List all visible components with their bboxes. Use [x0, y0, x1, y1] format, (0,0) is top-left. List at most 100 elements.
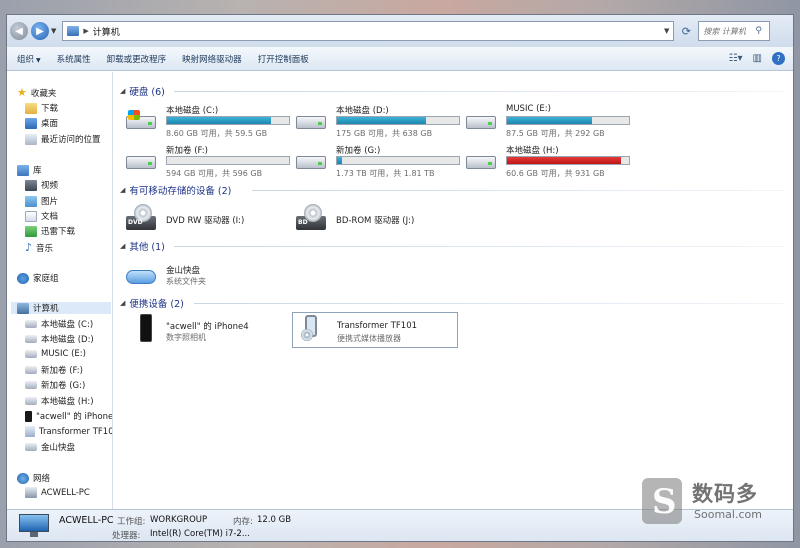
drive-usage-bar [506, 116, 630, 125]
nav-item-music[interactable]: ♪ 音乐 [25, 241, 53, 254]
organize-menu[interactable]: 组织 ▼ [17, 53, 41, 65]
group-divider [174, 91, 784, 92]
drive-tile-c[interactable]: 本地磁盘 (C:) 8.60 GB 可用，共 59.5 GB [122, 102, 290, 138]
video-icon [25, 179, 37, 191]
nav-item-pictures[interactable]: 图片 [25, 195, 58, 207]
nav-network[interactable]: 网络 [17, 472, 50, 484]
cloud-drive-icon [126, 264, 156, 286]
nav-item-thunder-downloads[interactable]: 迅雷下载 [25, 225, 75, 237]
drive-tile-h[interactable]: 本地磁盘 (H:) 60.6 GB 可用，共 931 GB [462, 142, 630, 178]
navigation-pane: ★ 收藏夹 下载 桌面 最近访问的位置 库 视频 图片 文档 迅雷下载 ♪ 音乐 家… [7, 72, 113, 509]
nav-item-transformer[interactable]: Transformer TF101 [25, 426, 113, 437]
nav-item-kuaipan[interactable]: 金山快盘 [25, 441, 75, 453]
optical-drive-icon: BD [296, 204, 328, 232]
kuaipan-tile[interactable]: 金山快盘 系统文件夹 [122, 256, 288, 292]
nav-favorites[interactable]: ★ 收藏夹 [17, 86, 56, 99]
forward-button[interactable]: ▶ [31, 22, 49, 40]
iphone-tile[interactable]: "acwell" 的 iPhone4 数字照相机 [122, 312, 288, 348]
nav-network-label: 网络 [33, 474, 51, 484]
recent-places-icon [25, 133, 37, 145]
homegroup-icon [17, 272, 29, 284]
preview-pane-icon[interactable]: ▥ [753, 53, 762, 64]
back-button[interactable]: ◀ [10, 22, 28, 40]
nav-item-label: 音乐 [36, 243, 54, 254]
cpu-value: Intel(R) Core(TM) i7-2... [150, 529, 250, 539]
drive-tile-f[interactable]: 新加卷 (F:) 594 GB 可用，共 596 GB [122, 142, 290, 178]
drive-icon [126, 150, 158, 172]
nav-computer-label: 计算机 [33, 304, 59, 314]
nav-homegroup[interactable]: 家庭组 [17, 272, 59, 284]
nav-item-iphone[interactable]: "acwell" 的 iPhone4 [25, 410, 113, 422]
nav-item-label: 图片 [41, 197, 59, 207]
recent-pages-dropdown[interactable]: ▼ [51, 27, 56, 35]
nav-item-recent[interactable]: 最近访问的位置 [25, 133, 101, 145]
nav-item-label: 本地磁盘 (H:) [41, 397, 94, 407]
address-dropdown-icon[interactable]: ▼ [664, 27, 669, 35]
nav-item-videos[interactable]: 视频 [25, 179, 58, 191]
bd-drive-tile[interactable]: BD BD-ROM 驱动器 (J:) [292, 200, 458, 236]
group-header-hdd[interactable]: ◢ 硬盘 (6) [120, 84, 165, 98]
view-options-icon[interactable]: ☷▾ [729, 53, 743, 64]
nav-item-drive-h[interactable]: 本地磁盘 (H:) [25, 395, 94, 407]
media-player-icon [301, 315, 323, 345]
nav-item-drive-g[interactable]: 新加卷 (G:) [25, 379, 85, 391]
nav-item-label: "acwell" 的 iPhone4 [36, 412, 113, 422]
nav-item-desktop[interactable]: 桌面 [25, 117, 58, 129]
drive-icon [296, 110, 328, 132]
nav-item-drive-d[interactable]: 本地磁盘 (D:) [25, 333, 94, 345]
transformer-tile[interactable]: Transformer TF101 便携式媒体播放器 [292, 312, 458, 348]
drive-name: DVD RW 驱动器 (I:) [166, 216, 245, 226]
refresh-button[interactable]: ⟳ [676, 21, 696, 41]
collapse-icon[interactable]: ◢ [120, 186, 125, 194]
chevron-right-icon[interactable]: ▶ [83, 27, 88, 35]
nav-item-documents[interactable]: 文档 [25, 210, 58, 222]
address-bar[interactable]: ▶ 计算机 ▼ [62, 21, 675, 41]
address-path[interactable]: 计算机 [93, 25, 120, 38]
drive-usage-bar [166, 156, 290, 165]
device-type: 数字照相机 [166, 333, 206, 342]
system-properties-button[interactable]: 系统属性 [57, 53, 91, 65]
nav-item-downloads[interactable]: 下载 [25, 102, 58, 114]
search-icon[interactable]: ⚲ [755, 26, 762, 36]
group-header-portable[interactable]: ◢ 便携设备 (2) [120, 296, 184, 310]
nav-item-label: Transformer TF101 [39, 426, 113, 437]
search-input[interactable] [703, 26, 756, 36]
group-header-removable[interactable]: ◢ 有可移动存储的设备 (2) [120, 183, 231, 197]
nav-item-label: 本地磁盘 (C:) [41, 320, 94, 330]
open-control-panel-button[interactable]: 打开控制面板 [258, 53, 309, 65]
collapse-icon[interactable]: ◢ [120, 299, 125, 307]
drive-tile-e[interactable]: MUSIC (E:) 87.5 GB 可用，共 292 GB [462, 102, 630, 138]
nav-item-drive-e[interactable]: MUSIC (E:) [25, 349, 86, 359]
nav-item-drive-c[interactable]: 本地磁盘 (C:) [25, 318, 93, 330]
drive-tile-g[interactable]: 新加卷 (G:) 1.73 TB 可用，共 1.81 TB [292, 142, 460, 178]
computer-icon [67, 26, 80, 36]
nav-item-label: 新加卷 (G:) [41, 381, 86, 391]
workgroup-label: 工作组: [117, 517, 146, 527]
music-icon: ♪ [25, 241, 33, 254]
drive-usage-bar [336, 156, 460, 165]
group-header-other[interactable]: ◢ 其他 (1) [120, 239, 165, 253]
collapse-icon[interactable]: ◢ [120, 87, 125, 95]
drive-icon [25, 381, 37, 389]
map-network-drive-button[interactable]: 映射网络驱动器 [182, 53, 242, 65]
computer-name: ACWELL-PC [59, 515, 114, 526]
optical-drive-icon: DVD [126, 204, 158, 232]
nav-computer[interactable]: 计算机 [11, 302, 111, 314]
drive-icon [25, 366, 37, 374]
drive-space: 8.60 GB 可用，共 59.5 GB [166, 129, 268, 138]
nav-item-drive-f[interactable]: 新加卷 (F:) [25, 364, 83, 376]
cloud-drive-icon [25, 443, 37, 451]
usage-fill [507, 157, 622, 164]
organize-label: 组织 [17, 54, 35, 65]
uninstall-program-button[interactable]: 卸载或更改程序 [107, 53, 167, 65]
nav-item-acwell-pc[interactable]: ACWELL-PC [25, 487, 90, 498]
drive-usage-bar [336, 116, 460, 125]
explorer-window: ◀ ▶ ▼ ▶ 计算机 ▼ ⟳ ⚲ 组织▼ 系统属性 卸载或更改程序 映射网络驱… [6, 14, 794, 542]
drive-tile-d[interactable]: 本地磁盘 (D:) 175 GB 可用，共 638 GB [292, 102, 460, 138]
collapse-icon[interactable]: ◢ [120, 242, 125, 250]
help-icon[interactable]: ? [772, 52, 785, 65]
windows-logo-icon [128, 110, 140, 120]
search-box[interactable]: ⚲ [698, 21, 771, 41]
dvd-drive-tile[interactable]: DVD DVD RW 驱动器 (I:) [122, 200, 288, 236]
nav-libraries[interactable]: 库 [17, 164, 42, 176]
